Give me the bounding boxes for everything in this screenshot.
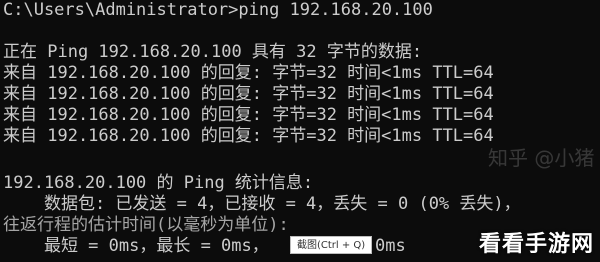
brand-watermark: 看看手游网 [478,232,594,257]
statistics-title: 192.168.20.100 的 Ping 统计信息: [3,173,314,193]
rtt-title: 往返行程的估计时间(以毫秒为单位): [3,215,289,235]
reply-line-1: 来自 192.168.20.100 的回复: 字节=32 时间<1ms TTL=… [3,63,494,83]
rtt-average-partial: 0ms [375,236,406,256]
reply-line-2: 来自 192.168.20.100 的回复: 字节=32 时间<1ms TTL=… [3,84,494,104]
command-prompt-window[interactable]: C:\Users\Administrator>ping 192.168.20.1… [0,0,600,262]
reply-line-3: 来自 192.168.20.100 的回复: 字节=32 时间<1ms TTL=… [3,105,494,125]
prompt-command-line: C:\Users\Administrator>ping 192.168.20.1… [3,0,433,20]
ping-header-line: 正在 Ping 192.168.20.100 具有 32 字节的数据: [3,42,423,62]
reply-line-4: 来自 192.168.20.100 的回复: 字节=32 时间<1ms TTL=… [3,126,494,146]
packets-summary: 数据包: 已发送 = 4，已接收 = 4，丢失 = 0 (0% 丢失)， [3,194,521,214]
rtt-values: 最短 = 0ms，最长 = 0ms， [3,236,269,256]
screenshot-tooltip: 截图(Ctrl + Q) [290,236,373,254]
faint-watermark: 知乎 @小猪 [488,146,595,170]
